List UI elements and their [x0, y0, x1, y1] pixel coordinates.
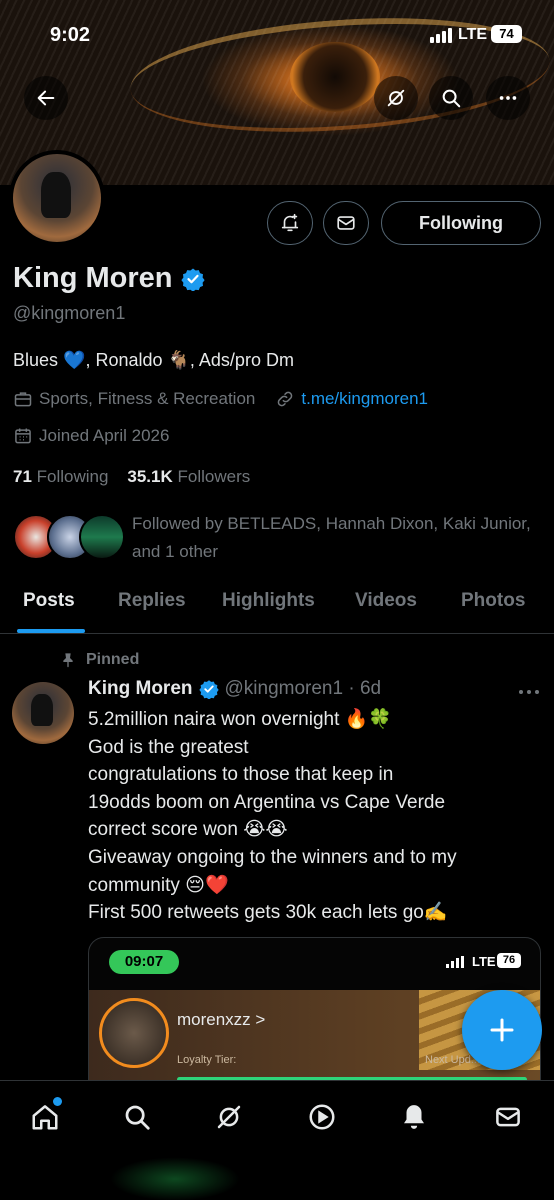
follower-avatar: [79, 514, 125, 560]
profile-joined-row: Joined April 2026: [13, 426, 169, 446]
more-icon: [499, 96, 517, 100]
active-tab-indicator: [17, 629, 85, 633]
profile-handle: @kingmoren1: [13, 303, 126, 323]
envelope-icon: [496, 1107, 520, 1127]
envelope-icon: [337, 216, 355, 230]
arrow-left-icon: [37, 90, 55, 106]
signal-icon: [430, 28, 452, 43]
briefcase-icon: [14, 392, 32, 407]
banner-eye-pupil: [290, 42, 380, 112]
nav-search[interactable]: [119, 1099, 155, 1135]
profile-bio: Blues 💙, Ronaldo 🐐, Ads/pro Dm: [13, 350, 294, 370]
following-label: Following: [36, 467, 109, 486]
bottom-nav: [0, 1080, 554, 1200]
bottom-glow: [110, 1157, 240, 1200]
calendar-icon: [15, 428, 31, 444]
search-icon: [442, 89, 461, 108]
verified-badge-icon[interactable]: [180, 267, 205, 291]
bell-icon: [404, 1105, 424, 1129]
bell-plus-icon: [281, 213, 299, 232]
tab-posts[interactable]: Posts: [23, 590, 75, 612]
media-loyalty-label: Loyalty Tier:: [177, 1054, 237, 1066]
status-bar: 9:02 LTE 74: [0, 24, 554, 48]
post-avatar[interactable]: [12, 682, 74, 744]
followers-label: Followers: [177, 467, 251, 486]
nav-grok[interactable]: [211, 1099, 247, 1135]
followed-by-text[interactable]: Followed by BETLEADS, Hannah Dixon, Kaki…: [132, 510, 532, 566]
media-status-time: 09:07: [109, 950, 179, 974]
tab-photos[interactable]: Photos: [461, 590, 525, 612]
pin-icon: [63, 653, 73, 668]
profile-joined: Joined April 2026: [39, 426, 170, 445]
compose-button[interactable]: [462, 990, 542, 1070]
nav-messages[interactable]: [490, 1099, 526, 1135]
followers-count-link[interactable]: 35.1K Followers: [127, 467, 250, 486]
link-icon: [278, 391, 293, 407]
following-count: 71: [13, 467, 32, 486]
following-count-link[interactable]: 71 Following: [13, 467, 108, 486]
profile-meta-row: Sports, Fitness & Recreation t.me/kingmo…: [13, 389, 428, 409]
following-button[interactable]: Following: [381, 201, 541, 245]
search-button[interactable]: [429, 76, 473, 120]
profile-avatar[interactable]: [9, 150, 105, 246]
post-handle-time: @kingmoren1 · 6d: [224, 678, 382, 699]
home-icon: [32, 1105, 58, 1130]
avatar-figure: [31, 694, 53, 726]
network-label: LTE: [458, 26, 488, 43]
follow-counts: 71 Following 35.1K Followers: [13, 467, 250, 487]
profile-name: King Moren: [13, 262, 173, 294]
media-battery-icon: 76: [497, 953, 521, 968]
media-username: morenxzz >: [177, 1010, 266, 1029]
grok-button[interactable]: [374, 76, 418, 120]
play-icon: [309, 1104, 335, 1130]
plus-icon: [490, 1018, 514, 1042]
followed-by-avatars[interactable]: [13, 514, 125, 560]
grok-icon: [387, 89, 405, 107]
verified-badge-icon: [198, 680, 219, 699]
nav-notifications[interactable]: [396, 1099, 432, 1135]
post-header: King Moren @kingmoren1 · 6d: [88, 678, 381, 700]
pinned-label-row: Pinned: [60, 651, 139, 669]
media-signal-icon: [446, 956, 464, 968]
message-button[interactable]: [323, 201, 369, 245]
tab-highlights[interactable]: Highlights: [222, 590, 315, 612]
profile-link[interactable]: t.me/kingmoren1: [301, 389, 428, 409]
post-more-icon[interactable]: [516, 682, 542, 702]
profile-name-row: King Moren: [13, 262, 205, 295]
avatar-figure: [41, 172, 71, 218]
nav-videos[interactable]: [304, 1099, 340, 1135]
search-icon: [125, 1105, 150, 1130]
tab-replies[interactable]: Replies: [118, 590, 186, 612]
status-time: 9:02: [50, 24, 91, 46]
media-network-label: LTE: [472, 954, 496, 969]
notification-dot: [53, 1097, 62, 1106]
followers-count: 35.1K: [127, 467, 173, 486]
grok-icon: [217, 1105, 241, 1129]
more-button[interactable]: [486, 76, 530, 120]
profile-category: Sports, Fitness & Recreation: [39, 389, 256, 408]
post-author[interactable]: King Moren: [88, 678, 193, 700]
pinned-label: Pinned: [86, 651, 140, 668]
profile-tabs: Posts Replies Highlights Videos Photos: [0, 580, 554, 634]
media-avatar: [99, 998, 169, 1068]
notifications-button[interactable]: [267, 201, 313, 245]
tab-videos[interactable]: Videos: [355, 590, 417, 612]
battery-icon: 74: [491, 25, 522, 43]
back-button[interactable]: [24, 76, 68, 120]
post-text: 5.2million naira won overnight 🔥🍀 God is…: [88, 709, 457, 924]
